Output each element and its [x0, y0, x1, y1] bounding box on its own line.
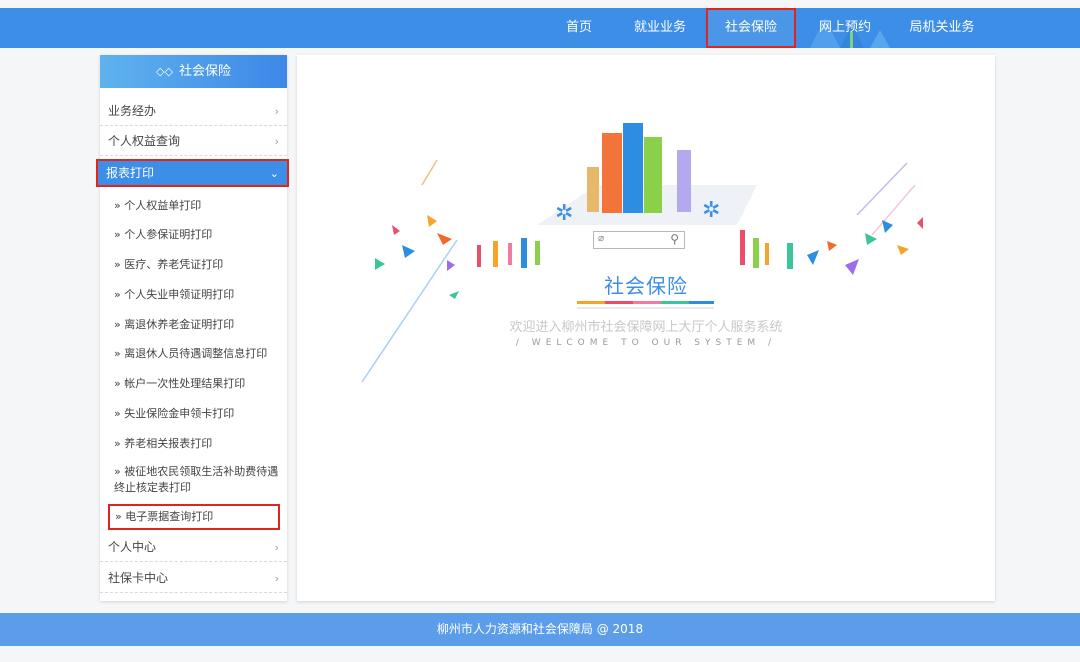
sidebar-item-label: 社保卡中心: [108, 571, 169, 585]
sidebar-item-report-print[interactable]: 报表打印 ⌄: [96, 159, 289, 187]
sub-item-unemployment-cert[interactable]: » 个人失业申领证明打印: [100, 287, 287, 303]
sub-item-land-farmer[interactable]: » 被征地农民领取生活补助费待遇终止核定表打印: [100, 464, 285, 496]
nav-employment[interactable]: 就业业务: [630, 8, 690, 48]
diamond-icon: ◇◇: [156, 65, 173, 78]
chevron-right-icon: ›: [274, 105, 279, 118]
sidebar-item-personal-center[interactable]: 个人中心 ›: [100, 533, 287, 562]
chevron-down-icon: ⌄: [269, 167, 279, 180]
sidebar-item-label: 个人中心: [108, 540, 157, 554]
sub-item-insured-cert[interactable]: » 个人参保证明打印: [100, 227, 287, 243]
sub-item-medical-pension[interactable]: » 医疗、养老凭证打印: [100, 257, 287, 273]
chevron-right-icon: ›: [274, 541, 279, 554]
sidebar: ◇◇ 社会保险 业务经办 › 个人权益查询 › 报表打印 ⌄ » 个人权益单打印 …: [96, 55, 289, 601]
footer-text: 柳州市人力资源和社会保障局 @ 2018: [436, 622, 644, 636]
sub-item-pension-reports[interactable]: » 养老相关报表打印: [100, 436, 287, 452]
nav-home[interactable]: 首页: [562, 8, 596, 48]
sub-item-rights-print[interactable]: » 个人权益单打印: [100, 198, 287, 214]
sidebar-item-card-center[interactable]: 社保卡中心 ›: [100, 564, 287, 593]
sub-item-e-invoice[interactable]: » 电子票据查询打印: [108, 504, 280, 530]
sub-item-unemployment-card[interactable]: » 失业保险金申领卡打印: [100, 406, 287, 422]
svg-text:✲: ✲: [702, 198, 720, 223]
welcome-text: 欢迎进入柳州市社会保障网上大厅个人服务系统: [509, 320, 783, 335]
sub-item-retiree-adjust[interactable]: » 离退休人员待遇调整信息打印: [100, 346, 287, 362]
sidebar-header: ◇◇ 社会保险: [100, 55, 287, 88]
sidebar-item-label: 个人权益查询: [108, 134, 181, 148]
footer: 柳州市人力资源和社会保障局 @ 2018: [0, 613, 1080, 646]
sidebar-item-business[interactable]: 业务经办 ›: [100, 97, 287, 126]
page-title: 社会保险: [604, 274, 688, 298]
nav-online-booking[interactable]: 网上预约: [815, 8, 875, 48]
sidebar-item-rights-query[interactable]: 个人权益查询 ›: [100, 127, 287, 156]
top-nav-bar: 首页 就业业务 社会保险 网上预约 局机关业务: [0, 8, 1080, 48]
sidebar-item-label: 业务经办: [108, 104, 157, 118]
nav-bureau-business[interactable]: 局机关业务: [906, 8, 978, 48]
chevron-right-icon: ›: [274, 135, 279, 148]
search-icon[interactable]: ⚲: [670, 232, 679, 246]
sidebar-header-label: 社会保险: [178, 64, 231, 79]
sub-item-retiree-pension[interactable]: » 离退休养老金证明打印: [100, 317, 287, 333]
svg-text:✲: ✲: [555, 201, 573, 226]
search-input[interactable]: ⌀ ⚲: [593, 231, 685, 249]
chevron-right-icon: ›: [274, 572, 279, 585]
search-field-icon: ⌀: [598, 233, 605, 244]
welcome-text-en: / WELCOME TO OUR SYSTEM /: [515, 338, 777, 348]
main-content: ✲ ✲ ⌀ ⚲ 社会保险 欢迎进入柳州市社会保障网上大厅个人服务系统 / WEL…: [297, 55, 995, 601]
sidebar-item-label: 报表打印: [106, 166, 155, 180]
sub-item-account-onetime[interactable]: » 帐户一次性处理结果打印: [100, 376, 287, 392]
nav-social-insurance[interactable]: 社会保险: [706, 8, 796, 48]
